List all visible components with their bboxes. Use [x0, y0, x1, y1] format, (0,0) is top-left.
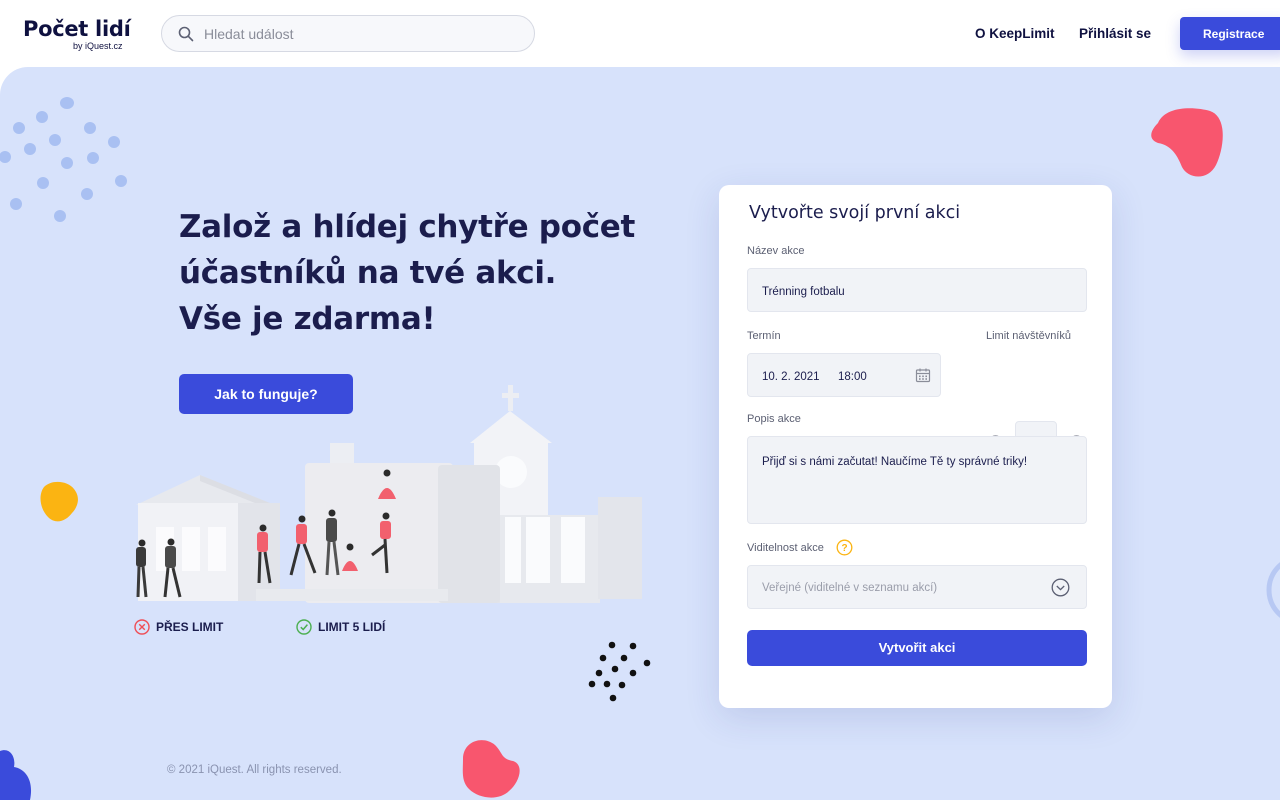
dots-decoration: [588, 641, 651, 702]
check-circle-icon: [296, 619, 312, 635]
hero-title: Založ a hlídej chytře počet účastníků na…: [179, 204, 639, 342]
nav-about[interactable]: O KeepLimit: [975, 26, 1055, 41]
legend-limit-ok: LIMIT 5 LIDÍ: [296, 619, 385, 635]
logo[interactable]: Počet lidí by iQuest.cz: [23, 17, 131, 51]
description-value: Přijď si s námi začutat! Naučíme Tě ty s…: [762, 456, 1028, 468]
event-name-value: Trénning fotbalu: [762, 286, 845, 298]
search-box[interactable]: [161, 15, 535, 52]
header: Počet lidí by iQuest.cz O KeepLimit Přih…: [0, 0, 1280, 68]
limit-label: Limit návštěvníků: [986, 330, 1071, 342]
form-title: Vytvořte svojí první akci: [749, 203, 961, 223]
date-field[interactable]: 10. 2. 2021 18:00: [747, 353, 941, 397]
blob-decoration: [1151, 108, 1223, 177]
time-value: 18:00: [838, 371, 867, 383]
blob-decoration: [40, 481, 78, 522]
chevron-down-icon: [1051, 578, 1070, 597]
date-value: 10. 2. 2021: [762, 371, 820, 383]
description-label: Popis akce: [747, 413, 801, 425]
ring-decoration: [1266, 562, 1280, 618]
legend-over-limit-label: PŘES LIMIT: [156, 620, 224, 634]
search-input[interactable]: [204, 16, 524, 51]
create-event-form: Vytvořte svojí první akci Název akce Tré…: [719, 185, 1112, 708]
hero-title-line-3: Vše je zdarma!: [179, 301, 436, 337]
event-name-field[interactable]: Trénning fotbalu: [747, 268, 1087, 312]
footer-copyright: © 2021 iQuest. All rights reserved.: [167, 764, 342, 776]
event-name-label: Název akce: [747, 245, 805, 257]
logo-subtitle: by iQuest.cz: [73, 41, 123, 51]
blob-decoration: [462, 740, 520, 798]
date-label: Termín: [747, 330, 781, 342]
help-icon[interactable]: ?: [836, 539, 853, 556]
legend-limit-ok-label: LIMIT 5 LIDÍ: [318, 620, 386, 634]
svg-text:?: ?: [841, 543, 847, 554]
nav-login[interactable]: Přihlásit se: [1079, 26, 1151, 41]
dots-decoration: [0, 97, 127, 222]
description-field[interactable]: Přijď si s námi začutat! Naučíme Tě ty s…: [747, 436, 1087, 524]
logo-title: Počet lidí: [23, 17, 131, 41]
register-button[interactable]: Registrace: [1180, 17, 1280, 50]
blob-decoration: [0, 750, 32, 800]
visibility-value: Veřejné (viditelné v seznamu akcí): [762, 582, 938, 594]
legend-over-limit: PŘES LIMIT: [134, 619, 223, 635]
town-illustration: [136, 385, 642, 603]
visibility-label: Viditelnost akce: [747, 542, 824, 554]
search-icon: [178, 26, 194, 42]
cross-circle-icon: [134, 619, 150, 635]
hero-section: Založ a hlídej chytře počet účastníků na…: [0, 67, 1280, 800]
visibility-select[interactable]: Veřejné (viditelné v seznamu akcí): [747, 565, 1087, 609]
hero-title-line-2: účastníků na tvé akci.: [179, 255, 557, 291]
calendar-icon[interactable]: [915, 367, 931, 383]
create-event-button[interactable]: Vytvořit akci: [747, 630, 1087, 666]
hero-title-line-1: Založ a hlídej chytře počet: [179, 209, 636, 245]
